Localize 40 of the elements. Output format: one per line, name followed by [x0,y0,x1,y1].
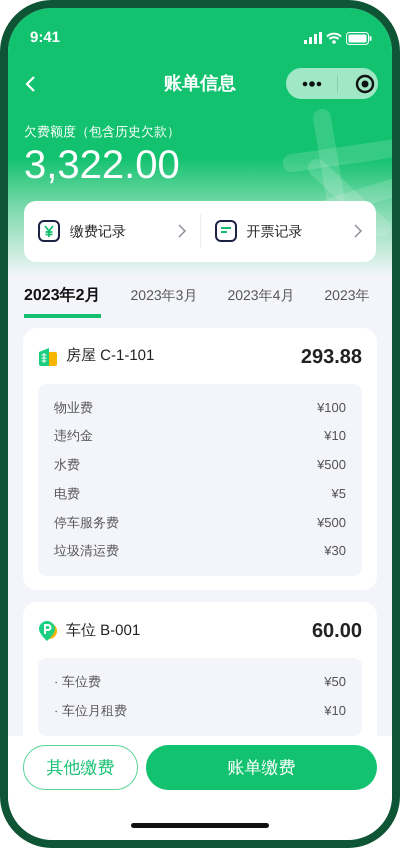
fee-amount: ¥50 [324,673,346,692]
fee-name: · 车位费 [54,673,101,692]
page-title: 账单信息 [164,72,236,94]
month-tab[interactable]: 2023年 [324,284,370,318]
fee-amount: ¥10 [324,702,346,720]
record-link[interactable]: 开票记录 [200,220,376,242]
building-icon [38,346,58,366]
fee-name: 停车服务费 [54,514,119,532]
battery-icon [346,32,372,44]
fee-name: 垃圾清运费 [54,542,119,560]
month-tab[interactable]: 2023年2月 [24,284,100,318]
fee-amount: ¥10 [324,427,346,446]
status-time: 9:41 [30,28,60,48]
fee-name: 物业费 [54,398,93,416]
fee-name: 电费 [54,484,80,503]
month-tab[interactable]: 2023年4月 [227,284,294,318]
yen-icon [38,220,60,242]
fee-amount: ¥30 [324,542,346,560]
fee-name: 违约金 [54,427,93,446]
chevron-icon [354,224,362,238]
wifi-icon [326,32,342,44]
fee-amount: ¥500 [317,456,346,474]
bill-title: 房屋 C-1-101 [66,346,156,366]
more-icon[interactable] [302,80,322,86]
signal-icon [304,32,322,44]
month-tab[interactable]: 2023年3月 [130,284,198,318]
record-link[interactable]: 缴费记录 [24,220,200,242]
fee-amount: ¥5 [332,484,346,503]
bill-title: 车位 B-001 [66,621,142,642]
fee-amount: ¥100 [317,398,346,416]
document-icon [214,220,236,242]
bill-total: 293.88 [300,344,362,370]
bill-total: 60.00 [312,619,362,644]
balance-label: 欠费额度（包含历史欠款） [24,123,181,141]
fee-amount: ¥500 [317,514,346,532]
fee-name: · 车位月租费 [54,702,127,720]
balance-amount: 3,322.00 [24,142,181,188]
fee-name: 水费 [54,456,80,474]
parking-pin-icon [38,620,58,642]
chevron-icon [178,224,186,238]
